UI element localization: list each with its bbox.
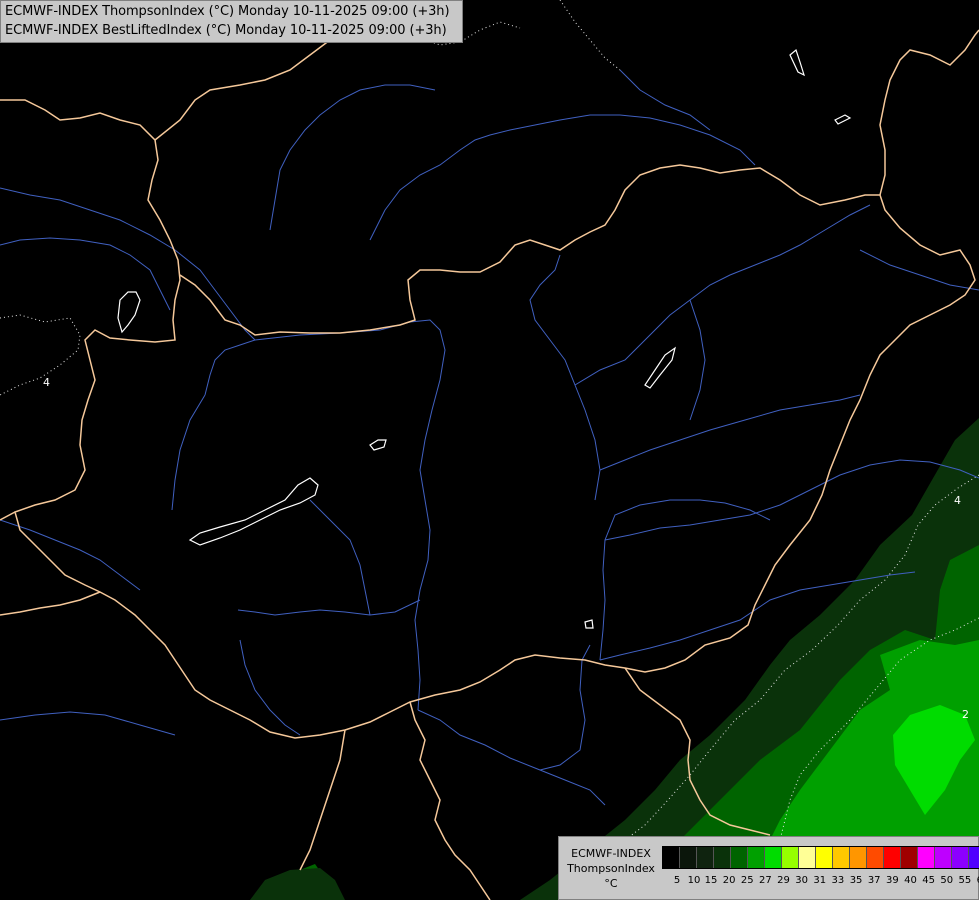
legend-tick-label: 45 xyxy=(922,875,935,886)
legend-swatch xyxy=(833,847,850,868)
legend-model: ECMWF-INDEX xyxy=(571,847,651,860)
legend-swatch xyxy=(969,847,979,868)
map-title-line1: ECMWF-INDEX ThompsonIndex (°C) Monday 10… xyxy=(5,4,450,19)
legend-tick-label: 39 xyxy=(885,875,899,886)
legend-unit: °C xyxy=(604,877,618,890)
legend-swatch xyxy=(816,847,833,868)
legend-swatch xyxy=(901,847,918,868)
contour-label: 2 xyxy=(962,708,969,721)
legend-swatch xyxy=(731,847,748,868)
legend-tick-label: 10 xyxy=(687,875,701,886)
legend-tick-label: 5 xyxy=(673,875,681,886)
legend-swatch xyxy=(850,847,867,868)
legend-swatch xyxy=(697,847,714,868)
legend-swatch xyxy=(680,847,697,868)
legend-tick-label: 15 xyxy=(704,875,718,886)
legend-tick-label: 31 xyxy=(813,875,827,886)
contour-label: 4 xyxy=(43,376,50,389)
legend-tick-label: 35 xyxy=(849,875,863,886)
legend-tick-label: 40 xyxy=(904,875,917,886)
legend-swatch xyxy=(918,847,935,868)
legend-swatches xyxy=(662,846,979,869)
color-legend: ECMWF-INDEX ThompsonIndex °C 5 10 15 20 25 27… xyxy=(558,836,979,900)
legend-tick-label: 37 xyxy=(867,875,881,886)
legend-tick-label: 29 xyxy=(777,875,790,886)
legend-tick-label: 25 xyxy=(740,875,754,886)
legend-swatch xyxy=(884,847,901,868)
legend-swatch xyxy=(867,847,884,868)
legend-swatch xyxy=(952,847,969,868)
legend-tick-label: 55 xyxy=(958,875,972,886)
legend-tick-label: 27 xyxy=(759,875,772,886)
legend-swatch xyxy=(663,847,680,868)
legend-parameter: ThompsonIndex xyxy=(567,862,655,875)
legend-tick-label: 20 xyxy=(722,875,736,886)
contour-label: 4 xyxy=(954,494,961,507)
legend-tick-label: 50 xyxy=(940,875,954,886)
legend-swatch xyxy=(714,847,731,868)
legend-swatch xyxy=(799,847,816,868)
legend-swatch xyxy=(782,847,799,868)
legend-swatch xyxy=(935,847,952,868)
legend-tick-label: 33 xyxy=(831,875,845,886)
legend-swatch xyxy=(765,847,782,868)
legend-swatch xyxy=(748,847,765,868)
weather-map: 4 4 2 xyxy=(0,0,979,900)
map-title-line2: ECMWF-INDEX BestLiftedIndex (°C) Monday … xyxy=(5,23,447,38)
legend-tick-label: 30 xyxy=(795,875,809,886)
map-title-box: ECMWF-INDEX ThompsonIndex (°C) Monday 10… xyxy=(0,0,463,43)
